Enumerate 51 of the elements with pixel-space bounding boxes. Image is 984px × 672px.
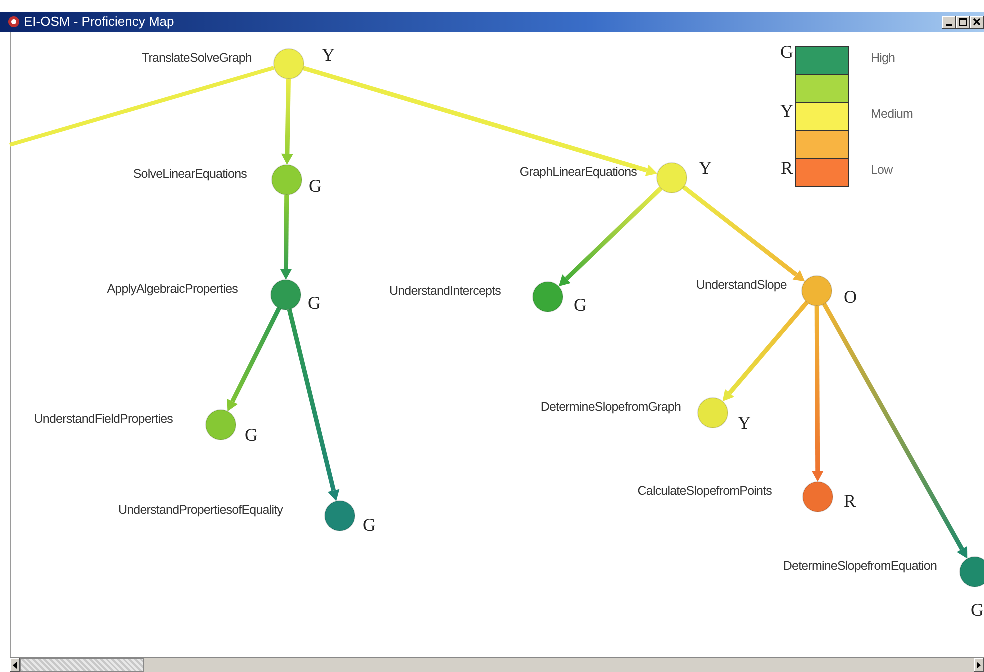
grade-letter: G [309, 176, 322, 196]
grade-letter: G [308, 293, 321, 313]
proficiency-node[interactable] [698, 398, 728, 428]
node-label: DetermineSlopefromEquation [783, 559, 937, 573]
proficiency-node[interactable] [206, 410, 236, 440]
scroll-left-button[interactable] [10, 658, 20, 672]
grade-letter: Y [699, 158, 712, 178]
maximize-icon [959, 18, 967, 26]
scrollbar-thumb[interactable] [20, 658, 144, 672]
proficiency-node[interactable] [802, 276, 832, 306]
node-label: UnderstandIntercepts [389, 284, 501, 298]
node-label: DetermineSlopefromGraph [540, 400, 681, 414]
node-label: UnderstandPropertiesofEquality [118, 503, 283, 517]
node-label: UnderstandSlope [696, 278, 787, 292]
grade-letter: O [844, 287, 857, 307]
proficiency-node[interactable] [272, 164, 302, 196]
proficiency-node[interactable] [802, 482, 834, 512]
legend-label: Low [871, 163, 893, 177]
app-icon [8, 16, 20, 28]
grade-letter: G [574, 295, 587, 315]
close-button[interactable] [970, 16, 984, 28]
close-icon [973, 18, 981, 26]
proficiency-node[interactable] [960, 556, 984, 588]
proficiency-node[interactable] [532, 282, 564, 312]
proficiency-node[interactable] [270, 280, 302, 310]
grade-letter: Y [322, 45, 335, 65]
node-label: SolveLinearEquations [133, 167, 247, 181]
node-label: GraphLinearEquations [520, 165, 637, 179]
grade-letter: Y [738, 413, 751, 433]
proficiency-node[interactable] [274, 48, 304, 80]
proficiency-node[interactable] [656, 162, 688, 194]
right-arrow-icon [977, 662, 981, 668]
proficiency-node[interactable] [324, 500, 356, 532]
minimize-button[interactable] [942, 16, 956, 28]
node-label: CalculateSlopefromPoints [638, 484, 772, 498]
legend-letter: R [781, 158, 793, 178]
node-label: UnderstandFieldProperties [34, 412, 173, 426]
legend-label: High [871, 51, 896, 65]
scroll-right-button[interactable] [974, 658, 984, 672]
window-title: EI-OSM - Proficiency Map [24, 13, 174, 32]
grade-letter: G [363, 515, 376, 535]
node-label: ApplyAlgebraicProperties [107, 282, 238, 296]
maximize-button[interactable] [956, 16, 970, 28]
left-arrow-icon [13, 662, 17, 668]
grade-letter: R [844, 491, 856, 511]
grade-letter: G [245, 425, 258, 445]
legend-letter: Y [780, 101, 794, 121]
node-label: TranslateSolveGraph [142, 51, 252, 65]
legend-label: Medium [871, 107, 914, 121]
legend-letter: G [780, 42, 794, 62]
grade-letter: G [971, 600, 984, 620]
